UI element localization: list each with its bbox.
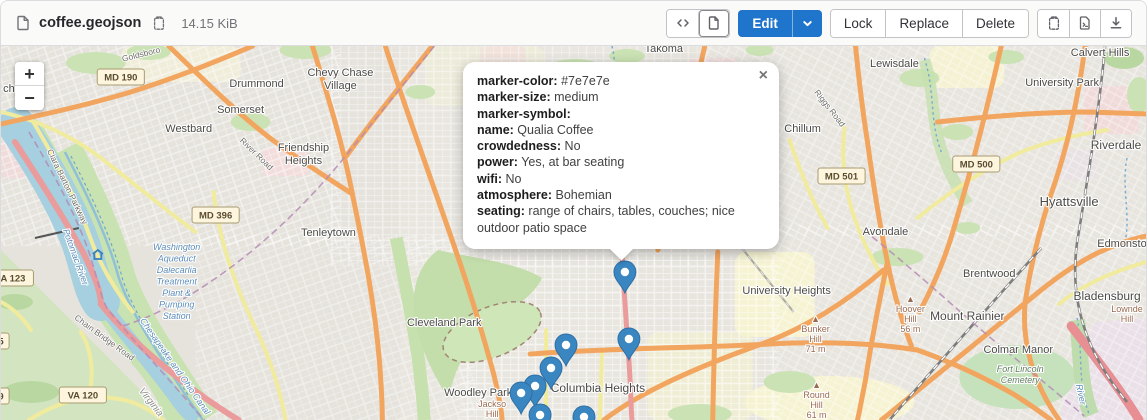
svg-text:VA 120: VA 120 bbox=[68, 390, 99, 401]
file-name: coffee.geojson bbox=[39, 15, 141, 31]
edit-button[interactable]: Edit bbox=[738, 10, 792, 37]
file-actions-group: Lock Replace Delete bbox=[830, 9, 1029, 38]
map-label: Mount Rainier bbox=[930, 309, 1004, 323]
rendered-view-button[interactable] bbox=[698, 10, 729, 37]
map-zoom-control: + − bbox=[15, 62, 44, 110]
route-badge: MD 190 bbox=[97, 69, 144, 85]
map-label: ch bbox=[3, 83, 15, 95]
route-badge: A 123 bbox=[1, 270, 33, 286]
route-badge: MD 396 bbox=[192, 207, 239, 223]
zoom-out-button[interactable]: − bbox=[15, 86, 44, 110]
map-label: Bladensburg bbox=[1073, 289, 1140, 303]
source-view-button[interactable] bbox=[667, 10, 698, 37]
popup-property: seating: range of chairs, tables, couche… bbox=[477, 203, 765, 236]
download-icon bbox=[1108, 15, 1124, 31]
file-header: coffee.geojson 14.15 KiB Edit bbox=[1, 1, 1146, 46]
map-label: Drummond bbox=[229, 78, 283, 90]
document-icon bbox=[706, 15, 722, 31]
popup-property: marker-color: #7e7e7e bbox=[477, 73, 765, 89]
map-label: Calvert Hills bbox=[1071, 47, 1130, 59]
map-label: Riverdale bbox=[1091, 138, 1142, 152]
open-raw-button[interactable] bbox=[1069, 10, 1100, 37]
map-label: Lewisdale bbox=[870, 58, 919, 70]
chevron-down-icon bbox=[801, 17, 814, 30]
popup-property: wifi: No bbox=[477, 171, 765, 187]
map-label: Takoma bbox=[645, 46, 684, 55]
feature-popup: × marker-color: #7e7e7emarker-size: medi… bbox=[463, 62, 779, 249]
svg-text:9: 9 bbox=[1, 391, 4, 402]
code-icon bbox=[675, 15, 691, 31]
svg-text:MD 190: MD 190 bbox=[104, 72, 137, 83]
route-badge: VA 120 bbox=[59, 387, 106, 403]
popup-property: marker-size: medium bbox=[477, 89, 765, 105]
popup-property: marker-symbol: bbox=[477, 106, 765, 122]
popup-properties: marker-color: #7e7e7emarker-size: medium… bbox=[477, 73, 765, 236]
map-label: Colmar Manor bbox=[983, 344, 1053, 356]
route-badge: 5 bbox=[1, 333, 9, 349]
file-tools-group bbox=[1037, 9, 1132, 38]
download-button[interactable] bbox=[1100, 10, 1131, 37]
map-label: Tenleytown bbox=[301, 227, 356, 239]
map-marker[interactable] bbox=[529, 404, 551, 420]
file-icon bbox=[15, 15, 31, 31]
edit-split-button: Edit bbox=[738, 10, 822, 37]
map-label: Westbard bbox=[165, 123, 212, 135]
map-label: Fort LincolnCemetery bbox=[997, 364, 1044, 385]
map-label: Hyattsville bbox=[1040, 194, 1099, 209]
clipboard-icon bbox=[1046, 15, 1062, 31]
route-badge: MD 501 bbox=[818, 168, 865, 184]
route-badge: 9 bbox=[1, 388, 9, 404]
file-viewer-panel: coffee.geojson 14.15 KiB Edit bbox=[0, 0, 1147, 420]
lock-button[interactable]: Lock bbox=[831, 10, 886, 37]
map-container[interactable]: MD 190 MD 396 A 123 VA 120 MD 501 MD 500 5 9 Ta… bbox=[1, 46, 1146, 420]
map-label: University Park bbox=[1025, 77, 1099, 89]
popup-property: name: Qualia Coffee bbox=[477, 122, 765, 138]
copy-path-icon[interactable] bbox=[149, 13, 169, 33]
popup-property: atmosphere: Bohemian bbox=[477, 187, 765, 203]
map-label: Chillum bbox=[784, 123, 821, 135]
replace-button[interactable]: Replace bbox=[885, 10, 962, 37]
popup-property: crowdedness: No bbox=[477, 138, 765, 154]
map-label: University Heights bbox=[742, 285, 831, 297]
map-label: Edmonston bbox=[1097, 238, 1146, 250]
view-toggle-group bbox=[666, 9, 730, 38]
map-label: Woodley Park bbox=[444, 387, 513, 399]
route-badge: MD 500 bbox=[953, 156, 1000, 172]
svg-text:MD 500: MD 500 bbox=[960, 159, 993, 170]
map-label: Avondale bbox=[863, 226, 909, 238]
map-label: WashingtonAqueductDalecarliaTreatmentPla… bbox=[153, 242, 200, 321]
svg-text:MD 501: MD 501 bbox=[825, 171, 859, 182]
map-label: Columbia Heights bbox=[551, 381, 645, 395]
copy-contents-button[interactable] bbox=[1038, 10, 1069, 37]
map-label: FriendshipHeights bbox=[278, 142, 329, 167]
delete-button[interactable]: Delete bbox=[962, 10, 1028, 37]
map-label: Somerset bbox=[217, 104, 264, 116]
zoom-in-button[interactable]: + bbox=[15, 62, 44, 86]
svg-text:A 123: A 123 bbox=[1, 273, 25, 284]
svg-text:MD 396: MD 396 bbox=[199, 210, 232, 221]
edit-dropdown-button[interactable] bbox=[792, 10, 822, 37]
close-icon[interactable]: × bbox=[757, 67, 770, 85]
map-label: Cleveland Park bbox=[407, 317, 482, 329]
file-size: 14.15 KiB bbox=[181, 16, 237, 31]
raw-file-icon bbox=[1077, 15, 1093, 31]
popup-property: power: Yes, at bar seating bbox=[477, 154, 765, 170]
map-label: Brentwood bbox=[963, 268, 1015, 280]
